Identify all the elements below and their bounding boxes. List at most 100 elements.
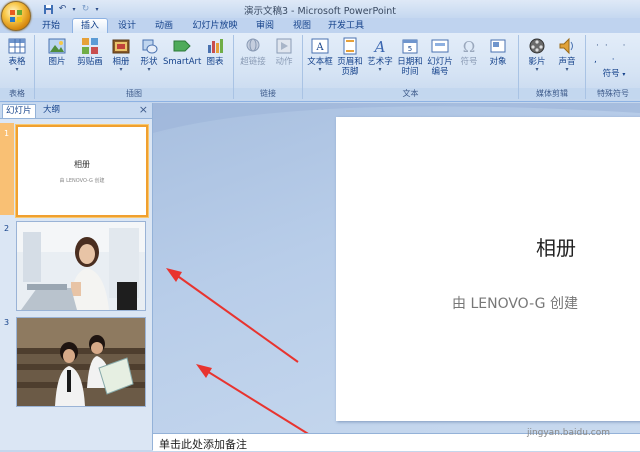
textbox-button[interactable]: A 文本框 ▾ bbox=[305, 37, 335, 73]
object-button[interactable]: 对象 bbox=[483, 37, 513, 67]
slide-number-button[interactable]: 幻灯片 编号 bbox=[425, 37, 455, 77]
tab-outline[interactable]: 大纲 bbox=[40, 104, 63, 117]
special-symbol-button[interactable]: 符号 ▾ bbox=[592, 69, 636, 80]
thumb-number-3: 3 bbox=[4, 318, 10, 327]
slides-pane: 幻灯片 大纲 × 1 相册 由 LENOVO-G 创建 2 3 bbox=[0, 103, 153, 450]
slide-number-icon bbox=[431, 39, 449, 53]
table-icon bbox=[8, 38, 26, 54]
group-text-label: 文本 bbox=[303, 88, 518, 99]
tab-insert[interactable]: 插入 bbox=[72, 18, 108, 34]
clipart-button[interactable]: 剪贴画 bbox=[73, 37, 107, 67]
photo-album-icon bbox=[112, 39, 130, 54]
chart-icon bbox=[208, 39, 223, 53]
album-button[interactable]: 相册 ▾ bbox=[107, 37, 135, 73]
svg-text:A: A bbox=[373, 38, 386, 55]
slide-thumbnail-1[interactable]: 相册 由 LENOVO-G 创建 bbox=[16, 125, 148, 217]
group-special-symbols: ·· · , · 符号 ▾ 特殊符号 bbox=[586, 35, 640, 99]
slide-number-label-2: 编号 bbox=[431, 67, 449, 77]
office-woman-photo bbox=[17, 222, 145, 310]
tab-developer[interactable]: 开发工具 bbox=[323, 19, 369, 33]
group-illustrations: 图片 剪贴画 相册 ▾ 形状 ▾ SmartArt 图表 插图 bbox=[35, 35, 234, 99]
movie-button[interactable]: 影片 ▾ bbox=[523, 37, 551, 73]
object-label: 对象 bbox=[489, 57, 507, 67]
ribbon: 表格 ▾ 表格 图片 剪贴画 相册 ▾ 形状 ▾ SmartArt 图表 插图 … bbox=[0, 33, 640, 102]
group-tables: 表格 ▾ 表格 bbox=[0, 35, 35, 99]
tab-slides[interactable]: 幻灯片 bbox=[2, 104, 36, 118]
hyperlink-label: 超链接 bbox=[240, 57, 266, 67]
group-text: A 文本框 ▾ 页眉和 页脚 A 艺术字 ▾ 5 日期和 时间 幻灯片 编号 Ω… bbox=[303, 35, 519, 99]
header-footer-button[interactable]: 页眉和 页脚 bbox=[335, 37, 365, 77]
header-footer-icon bbox=[343, 37, 357, 55]
svg-text:A: A bbox=[315, 42, 324, 53]
smartart-label: SmartArt bbox=[163, 57, 202, 67]
thumb-subtitle: 由 LENOVO-G 创建 bbox=[59, 178, 105, 184]
smartart-icon bbox=[173, 40, 191, 52]
group-tables-label: 表格 bbox=[0, 88, 34, 99]
calendar-icon: 5 bbox=[402, 39, 418, 54]
shapes-icon bbox=[142, 39, 158, 54]
action-button[interactable]: 动作 bbox=[270, 37, 298, 67]
tab-slideshow[interactable]: 幻灯片放映 bbox=[187, 19, 243, 33]
slide-thumbnail-3[interactable] bbox=[16, 317, 146, 407]
datetime-button[interactable]: 5 日期和 时间 bbox=[395, 37, 425, 77]
header-footer-label-2: 页脚 bbox=[341, 67, 359, 77]
wordart-icon: A bbox=[373, 38, 386, 55]
office-logo-icon bbox=[10, 10, 22, 22]
smartart-button[interactable]: SmartArt bbox=[163, 37, 201, 67]
group-illustrations-label: 插图 bbox=[35, 88, 233, 99]
svg-text:Ω: Ω bbox=[463, 38, 475, 55]
symbol-label: 符号 bbox=[460, 57, 478, 67]
title-bar: ↶ ▾ ↻ ▾ 演示文稿3 - Microsoft PowerPoint bbox=[0, 0, 640, 31]
slide-thumbnail-2[interactable] bbox=[16, 221, 146, 311]
slide-subtitle[interactable]: 由 LENOVO-G 创建 bbox=[452, 293, 578, 313]
omega-icon: Ω bbox=[463, 38, 475, 55]
clipart-label: 剪贴画 bbox=[77, 57, 103, 67]
thumb-number-2: 2 bbox=[4, 224, 10, 233]
group-special-symbols-label: 特殊符号 bbox=[586, 88, 640, 99]
speaker-icon bbox=[559, 37, 573, 55]
action-label: 动作 bbox=[275, 57, 293, 67]
slide-title[interactable]: 相册 bbox=[476, 232, 636, 261]
picture-button[interactable]: 图片 bbox=[43, 37, 71, 67]
film-reel-icon bbox=[529, 38, 545, 54]
shapes-button[interactable]: 形状 ▾ bbox=[135, 37, 163, 73]
chart-label: 图表 bbox=[206, 57, 224, 67]
header-footer-label-1: 页眉和 bbox=[337, 57, 363, 67]
tab-view[interactable]: 视图 bbox=[287, 19, 317, 33]
action-icon bbox=[276, 38, 292, 54]
wordart-button[interactable]: A 艺术字 ▾ bbox=[365, 37, 395, 73]
tab-design[interactable]: 设计 bbox=[112, 19, 142, 33]
close-icon[interactable]: × bbox=[139, 103, 148, 116]
tab-animation[interactable]: 动画 bbox=[148, 19, 180, 33]
special-symbol-label: 符号 bbox=[602, 69, 620, 79]
group-media-label: 媒体剪辑 bbox=[519, 88, 585, 99]
office-button[interactable] bbox=[1, 1, 31, 31]
hyperlink-button[interactable]: 超链接 bbox=[236, 37, 270, 67]
chart-button[interactable]: 图表 bbox=[201, 37, 229, 67]
table-button[interactable]: 表格 ▾ bbox=[4, 37, 30, 73]
sound-button[interactable]: 声音 ▾ bbox=[553, 37, 581, 73]
window-title: 演示文稿3 - Microsoft PowerPoint bbox=[243, 6, 397, 17]
picture-label: 图片 bbox=[48, 57, 66, 67]
punctuation-dots-icon: ·· · bbox=[596, 41, 632, 51]
group-media: 影片 ▾ 声音 ▾ 媒体剪辑 bbox=[519, 35, 586, 99]
current-slide[interactable]: 相册 由 LENOVO-G 创建 bbox=[336, 117, 640, 421]
slide-number-label-1: 幻灯片 bbox=[427, 57, 453, 67]
thumb-title: 相册 bbox=[74, 160, 90, 169]
datetime-label-1: 日期和 bbox=[397, 57, 423, 67]
slide-editor: 相册 由 LENOVO-G 创建 bbox=[153, 103, 640, 433]
group-links: 超链接 动作 链接 bbox=[234, 35, 303, 99]
ribbon-tabs: 开始 插入 设计 动画 幻灯片放映 审阅 视图 开发工具 bbox=[0, 18, 640, 34]
picture-icon bbox=[48, 38, 66, 54]
hyperlink-icon bbox=[246, 38, 260, 52]
clipart-icon bbox=[82, 38, 98, 54]
symbol-button[interactable]: Ω 符号 bbox=[455, 37, 483, 67]
thumb-number-1: 1 bbox=[4, 129, 10, 138]
tab-review[interactable]: 审阅 bbox=[250, 19, 280, 33]
punctuation-marks-icon: , · bbox=[594, 55, 621, 65]
pane-tabs: 幻灯片 大纲 × bbox=[0, 103, 152, 119]
tab-home[interactable]: 开始 bbox=[36, 19, 66, 33]
textbox-icon: A bbox=[311, 38, 329, 54]
svg-text:5: 5 bbox=[408, 45, 412, 53]
watermark: jingyan.baidu.com bbox=[526, 428, 610, 438]
